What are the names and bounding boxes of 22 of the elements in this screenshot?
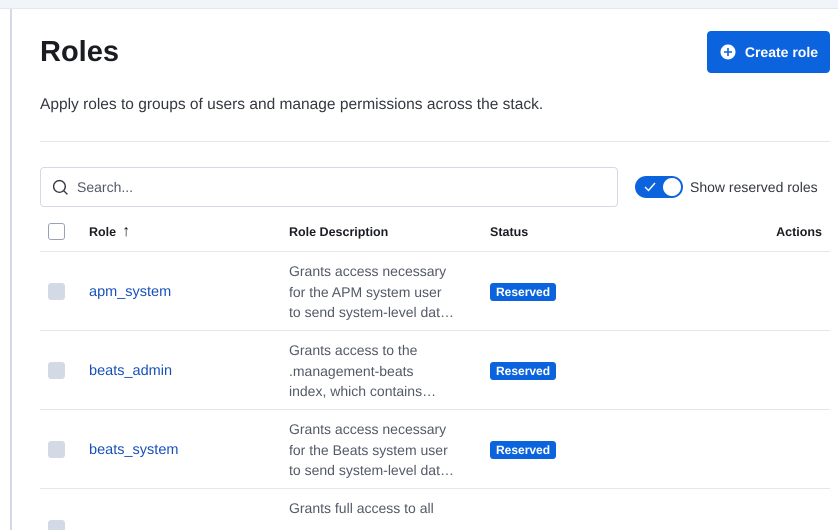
- column-header[interactable]: Role: [89, 224, 116, 238]
- status-badge: Reserved: [490, 282, 556, 300]
- page-description: Apply roles to groups of users and manage permissions across the stack.: [40, 96, 544, 114]
- role-description: Grants access necessary for the Beats system user to send system-level dat…: [289, 420, 455, 480]
- status-badge: Reserved: [490, 362, 556, 380]
- role-description: Grants access necessary for the APM system user to send system-level dat…: [289, 262, 455, 322]
- select-all-checkbox[interactable]: [48, 223, 65, 240]
- page-title: Roles: [40, 36, 119, 68]
- create-role-button[interactable]: Create role: [706, 31, 830, 73]
- toggle-label: Show reserved roles: [690, 179, 818, 195]
- toggle-switch[interactable]: [635, 176, 683, 198]
- status-badge: Reserved: [490, 440, 556, 458]
- role-description: Grants access to the .management-beats index, which contains…: [289, 341, 438, 401]
- sort-arrow[interactable]: ↑: [122, 222, 130, 240]
- check-icon: [643, 181, 657, 193]
- column-header: Actions: [776, 224, 822, 238]
- plus-icon: [720, 44, 736, 60]
- column-header: Role Description: [289, 224, 388, 238]
- search-field[interactable]: Search...: [40, 167, 618, 207]
- column-header: Status: [490, 224, 528, 238]
- search-icon: [52, 179, 69, 196]
- role-description: Grants full access to all: [289, 499, 435, 518]
